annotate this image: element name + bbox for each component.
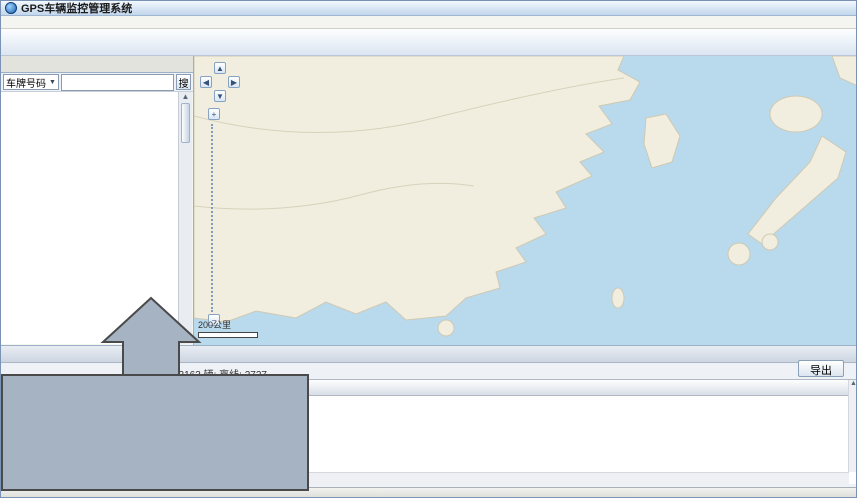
toolbar: [1, 29, 856, 56]
map-zoom-slider[interactable]: [211, 124, 218, 312]
map-pan-down-button[interactable]: ▼: [214, 90, 226, 102]
scroll-up-icon[interactable]: ▲: [182, 92, 190, 101]
chevron-down-icon: ▼: [49, 79, 56, 86]
export-button[interactable]: 导出: [798, 360, 844, 377]
window-title: GPS车辆监控管理系统: [21, 0, 132, 16]
map-scale-label: 200公里: [198, 320, 231, 330]
map-land-shapes: [194, 56, 857, 346]
map-pan-up-button[interactable]: ▲: [214, 62, 226, 74]
map-scale: 200公里: [198, 318, 258, 338]
tree-search-button[interactable]: 搜: [176, 74, 191, 90]
map-canvas[interactable]: ▲ ◀ ▶ ▼ + − 200公里: [194, 56, 857, 346]
map-zoom-in-button[interactable]: +: [208, 108, 220, 120]
sidebar: 车牌号码 ▼ 搜 ▲: [1, 56, 194, 345]
search-type-dropdown[interactable]: 车牌号码 ▼: [3, 74, 59, 90]
callout-note: [1, 374, 309, 491]
table-vscrollbar[interactable]: ▲: [848, 380, 857, 472]
vehicle-tree: [1, 92, 179, 344]
app-window: GPS车辆监控管理系统 车牌号码 ▼ 搜 ▲: [0, 0, 857, 498]
sidebar-search-row: 车牌号码 ▼ 搜: [1, 73, 193, 92]
map-scale-bar: [198, 332, 258, 338]
app-icon: [5, 2, 17, 14]
menu-bar: [1, 16, 856, 29]
window-titlebar: GPS车辆监控管理系统: [1, 1, 856, 16]
tree-scrollbar[interactable]: ▲: [178, 92, 192, 344]
bottom-tab-bar: [1, 345, 856, 363]
sidebar-tabs: [1, 56, 193, 73]
map-pan-right-button[interactable]: ▶: [228, 76, 240, 88]
scrollbar-thumb[interactable]: [181, 103, 190, 143]
vehicle-search-input[interactable]: [61, 74, 174, 91]
map-pan-left-button[interactable]: ◀: [200, 76, 212, 88]
search-type-label: 车牌号码: [6, 75, 46, 90]
